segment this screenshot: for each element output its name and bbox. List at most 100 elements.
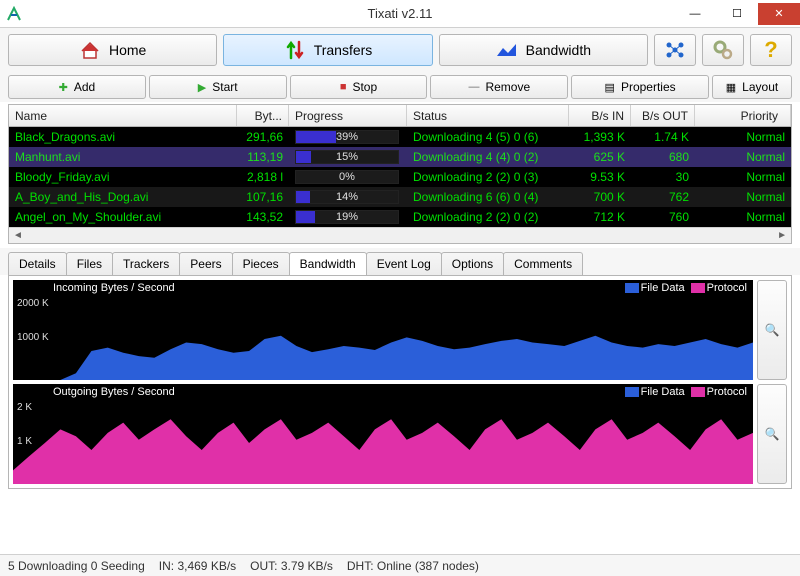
outgoing-chart: Outgoing Bytes / Second File Data Protoc… — [13, 384, 753, 484]
cell-status: Downloading 6 (6) 0 (4) — [407, 189, 569, 205]
cell-in: 700 K — [569, 189, 631, 205]
properties-button[interactable]: ▤Properties — [571, 75, 709, 99]
col-name[interactable]: Name — [9, 105, 237, 126]
cell-bytes: 291,66 — [237, 129, 289, 145]
tab-details[interactable]: Details — [8, 252, 67, 275]
cell-in: 625 K — [569, 149, 631, 165]
table-row[interactable]: Angel_on_My_Shoulder.avi143,5219%Downloa… — [9, 207, 791, 227]
minus-icon: — — [468, 81, 479, 93]
status-out: OUT: 3.79 KB/s — [250, 559, 333, 573]
cell-in: 1,393 K — [569, 129, 631, 145]
col-status[interactable]: Status — [407, 105, 569, 126]
cell-out: 762 — [631, 189, 695, 205]
cell-in: 712 K — [569, 209, 631, 225]
status-downloading: 5 Downloading 0 Seeding — [8, 559, 145, 573]
window-title: Tixati v2.11 — [367, 6, 432, 21]
layout-button[interactable]: ▦Layout — [712, 75, 792, 99]
cell-priority: Normal — [695, 129, 791, 145]
cell-status: Downloading 4 (5) 0 (6) — [407, 129, 569, 145]
nav-home[interactable]: Home — [8, 34, 217, 66]
cell-out: 1.74 K — [631, 129, 695, 145]
table-row[interactable]: Bloody_Friday.avi2,818 l0%Downloading 2 … — [9, 167, 791, 187]
help-icon: ? — [760, 39, 782, 61]
cell-priority: Normal — [695, 149, 791, 165]
cell-priority: Normal — [695, 189, 791, 205]
cell-name: Bloody_Friday.avi — [9, 169, 237, 185]
table-row[interactable]: Black_Dragons.avi291,6639%Downloading 4 … — [9, 127, 791, 147]
nav-help[interactable]: ? — [750, 34, 792, 66]
cell-progress: 0% — [289, 169, 407, 185]
legend-protocol: Protocol — [691, 386, 747, 398]
magnifier-icon: 🔍 — [765, 427, 780, 441]
nav-bandwidth[interactable]: Bandwidth — [439, 34, 648, 66]
legend-filedata: File Data — [625, 282, 685, 294]
tab-comments[interactable]: Comments — [503, 252, 583, 275]
app-icon — [6, 6, 22, 22]
nav-transfers-label: Transfers — [314, 42, 373, 58]
stop-button[interactable]: ■Stop — [290, 75, 428, 99]
col-progress[interactable]: Progress — [289, 105, 407, 126]
cell-bytes: 143,52 — [237, 209, 289, 225]
tab-peers[interactable]: Peers — [179, 252, 232, 275]
cell-name: Manhunt.avi — [9, 149, 237, 165]
col-bytes[interactable]: Byt... — [237, 105, 289, 126]
share-icon — [664, 39, 686, 61]
bandwidth-icon — [496, 39, 518, 61]
nav-bandwidth-label: Bandwidth — [526, 42, 591, 58]
tab-files[interactable]: Files — [66, 252, 113, 275]
remove-button[interactable]: —Remove — [430, 75, 568, 99]
cell-out: 760 — [631, 209, 695, 225]
col-priority[interactable]: Priority — [695, 105, 791, 126]
status-in: IN: 3,469 KB/s — [159, 559, 236, 573]
cell-progress: 19% — [289, 209, 407, 225]
nav-transfers[interactable]: Transfers — [223, 34, 432, 66]
nav-settings[interactable] — [702, 34, 744, 66]
stop-icon: ■ — [340, 81, 347, 93]
bandwidth-panel: Incoming Bytes / Second File Data Protoc… — [8, 275, 792, 489]
status-dht: DHT: Online (387 nodes) — [347, 559, 479, 573]
add-button[interactable]: ✚Add — [8, 75, 146, 99]
cell-progress: 39% — [289, 129, 407, 145]
cell-name: Angel_on_My_Shoulder.avi — [9, 209, 237, 225]
start-button[interactable]: ▶Start — [149, 75, 287, 99]
col-out[interactable]: B/s OUT — [631, 105, 695, 126]
cell-bytes: 107,16 — [237, 189, 289, 205]
cell-status: Downloading 2 (2) 0 (3) — [407, 169, 569, 185]
transfers-table: Name Byt... Progress Status B/s IN B/s O… — [8, 104, 792, 244]
incoming-zoom-button[interactable]: 🔍 — [757, 280, 787, 380]
cell-out: 680 — [631, 149, 695, 165]
play-icon: ▶ — [198, 81, 206, 94]
magnifier-icon: 🔍 — [765, 323, 780, 337]
tab-trackers[interactable]: Trackers — [112, 252, 180, 275]
cell-status: Downloading 4 (4) 0 (2) — [407, 149, 569, 165]
table-row[interactable]: A_Boy_and_His_Dog.avi107,1614%Downloadin… — [9, 187, 791, 207]
cell-out: 30 — [631, 169, 695, 185]
cell-progress: 14% — [289, 189, 407, 205]
layout-icon: ▦ — [726, 81, 736, 94]
outgoing-zoom-button[interactable]: 🔍 — [757, 384, 787, 484]
tab-bandwidth[interactable]: Bandwidth — [289, 252, 367, 275]
detail-tabs: DetailsFilesTrackersPeersPiecesBandwidth… — [0, 248, 800, 275]
col-in[interactable]: B/s IN — [569, 105, 631, 126]
cell-name: Black_Dragons.avi — [9, 129, 237, 145]
legend-protocol: Protocol — [691, 282, 747, 294]
tab-options[interactable]: Options — [441, 252, 504, 275]
horizontal-scrollbar[interactable]: ◄► — [9, 227, 791, 243]
cell-bytes: 2,818 l — [237, 169, 289, 185]
nav-share[interactable] — [654, 34, 696, 66]
cell-progress: 15% — [289, 149, 407, 165]
gear-icon — [712, 39, 734, 61]
close-button[interactable]: ✕ — [758, 3, 800, 25]
cell-name: A_Boy_and_His_Dog.avi — [9, 189, 237, 205]
incoming-chart: Incoming Bytes / Second File Data Protoc… — [13, 280, 753, 380]
table-row[interactable]: Manhunt.avi113,1915%Downloading 4 (4) 0 … — [9, 147, 791, 167]
maximize-button[interactable]: ☐ — [716, 3, 758, 25]
tab-pieces[interactable]: Pieces — [232, 252, 290, 275]
minimize-button[interactable]: — — [674, 3, 716, 25]
cell-status: Downloading 2 (2) 0 (2) — [407, 209, 569, 225]
tab-event-log[interactable]: Event Log — [366, 252, 442, 275]
properties-icon: ▤ — [605, 81, 615, 94]
transfers-icon — [284, 39, 306, 61]
cell-in: 9.53 K — [569, 169, 631, 185]
table-header: Name Byt... Progress Status B/s IN B/s O… — [9, 105, 791, 127]
